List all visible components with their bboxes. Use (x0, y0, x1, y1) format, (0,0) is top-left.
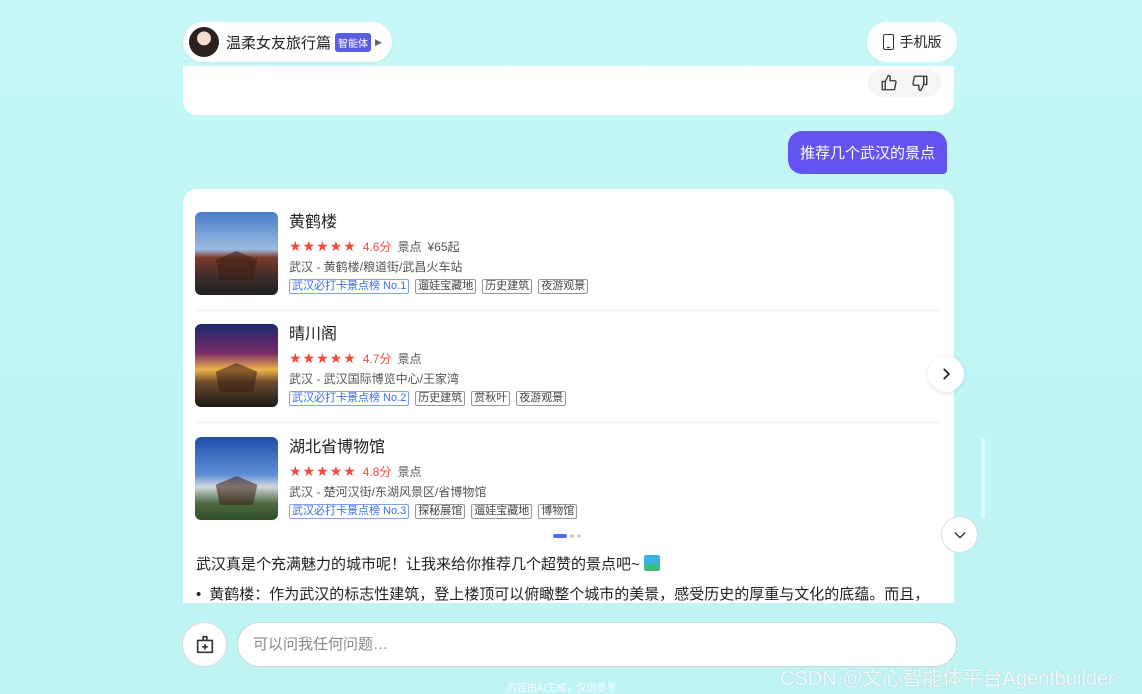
poi-tag: 夜游观景 (516, 391, 567, 406)
poi-tag: 赏秋叶 (471, 391, 511, 406)
user-message-bubble: 推荐几个武汉的景点 (788, 131, 948, 174)
poi-thumbnail (195, 324, 278, 407)
poi-location: 武汉 - 武汉国际博览中心/王家湾 (289, 372, 459, 386)
poi-tag[interactable]: 武汉必打卡景点榜 No.2 (289, 391, 410, 406)
chevron-right-icon: ▶ (375, 36, 382, 47)
poi-thumbnail (195, 212, 278, 295)
phone-icon (882, 34, 894, 50)
rating-stars: ★★★★★ (289, 237, 357, 254)
new-chat-button[interactable] (182, 622, 227, 667)
answer-intro-text: 武汉真是个充满魅力的城市呢！让我来给你推荐几个超赞的景点吧~ (196, 556, 640, 573)
new-chat-icon (196, 635, 213, 653)
mobile-version-button[interactable]: 手机版 (867, 22, 957, 62)
poi-price: ¥65起 (427, 239, 460, 254)
thumbs-down-icon[interactable] (911, 74, 929, 92)
answer-bullet: 黄鹤楼：作为武汉的标志性建筑，登上楼顶可以俯瞰整个城市的美景，感受历史的厚重与文… (196, 583, 929, 603)
poi-card[interactable]: 黄鹤楼 ★★★★★ 4.6分 景点 ¥65起 武汉 - 黄鹤楼/粮道街/武昌火车… (195, 212, 941, 312)
poi-tag[interactable]: 武汉必打卡景点榜 No.1 (289, 279, 410, 294)
pagination-dot[interactable] (553, 534, 567, 538)
watermark: CSDN @文心智能体平台Agentbuilder (780, 668, 1115, 690)
rating-score: 4.6分 (362, 239, 392, 254)
poi-tag[interactable]: 武汉必打卡景点榜 No.3 (289, 504, 410, 519)
answer-intro: 武汉真是个充满魅力的城市呢！让我来给你推荐几个超赞的景点吧~ (196, 553, 660, 574)
agent-name: 温柔女友旅行篇 (226, 34, 332, 52)
poi-thumbnail (195, 437, 278, 520)
rating-score: 4.7分 (362, 351, 392, 366)
feedback-bar (868, 69, 941, 97)
poi-tag: 夜游观景 (538, 279, 589, 294)
agent-avatar (189, 27, 219, 57)
divider (195, 422, 941, 423)
poi-tag: 探秘展馆 (415, 504, 466, 519)
divider (195, 310, 941, 311)
landscape-emoji-icon (643, 555, 660, 571)
pagination-dot[interactable] (577, 534, 581, 538)
poi-tag: 历史建筑 (482, 279, 533, 294)
chat-input[interactable] (237, 622, 957, 667)
mobile-version-label: 手机版 (899, 34, 942, 50)
poi-tag: 历史建筑 (415, 391, 466, 406)
poi-type: 景点 (397, 239, 422, 254)
previous-answer-card (183, 66, 954, 115)
poi-tag: 遛娃宝藏地 (471, 504, 533, 519)
scroll-to-bottom-button[interactable] (941, 516, 978, 553)
thumbs-up-icon[interactable] (880, 74, 898, 92)
pagination-dot[interactable] (570, 534, 574, 538)
poi-name: 湖北省博物馆 (289, 439, 386, 456)
rating-stars: ★★★★★ (289, 462, 357, 479)
rating-score: 4.8分 (362, 464, 392, 479)
poi-name: 黄鹤楼 (289, 214, 338, 231)
carousel-pagination[interactable] (553, 534, 581, 538)
carousel-next-button[interactable] (928, 356, 964, 392)
poi-type: 景点 (397, 464, 422, 479)
poi-type: 景点 (397, 351, 422, 366)
poi-location: 武汉 - 黄鹤楼/粮道街/武昌火车站 (289, 260, 463, 274)
poi-tag: 博物馆 (538, 504, 578, 519)
chevron-right-icon (943, 368, 950, 380)
scrollbar[interactable] (981, 438, 985, 518)
rating-stars: ★★★★★ (289, 349, 357, 366)
poi-name: 晴川阁 (289, 326, 338, 343)
answer-card: 黄鹤楼 ★★★★★ 4.6分 景点 ¥65起 武汉 - 黄鹤楼/粮道街/武昌火车… (183, 189, 954, 603)
agent-badge: 智能体 (335, 32, 372, 52)
chevron-down-icon (954, 531, 965, 538)
poi-card[interactable]: 晴川阁 ★★★★★ 4.7分 景点 武汉 - 武汉国际博览中心/王家湾 武汉必打… (195, 324, 941, 424)
poi-tag: 遛娃宝藏地 (415, 279, 477, 294)
poi-card[interactable]: 湖北省博物馆 ★★★★★ 4.8分 景点 武汉 - 楚河汉街/东湖风景区/省博物… (195, 437, 941, 537)
agent-header[interactable]: 温柔女友旅行篇 智能体 ▶ (183, 22, 392, 62)
ai-disclaimer: 内容由AI生成，仅供参考 (507, 683, 617, 694)
poi-location: 武汉 - 楚河汉街/东湖风景区/省博物馆 (289, 485, 487, 499)
